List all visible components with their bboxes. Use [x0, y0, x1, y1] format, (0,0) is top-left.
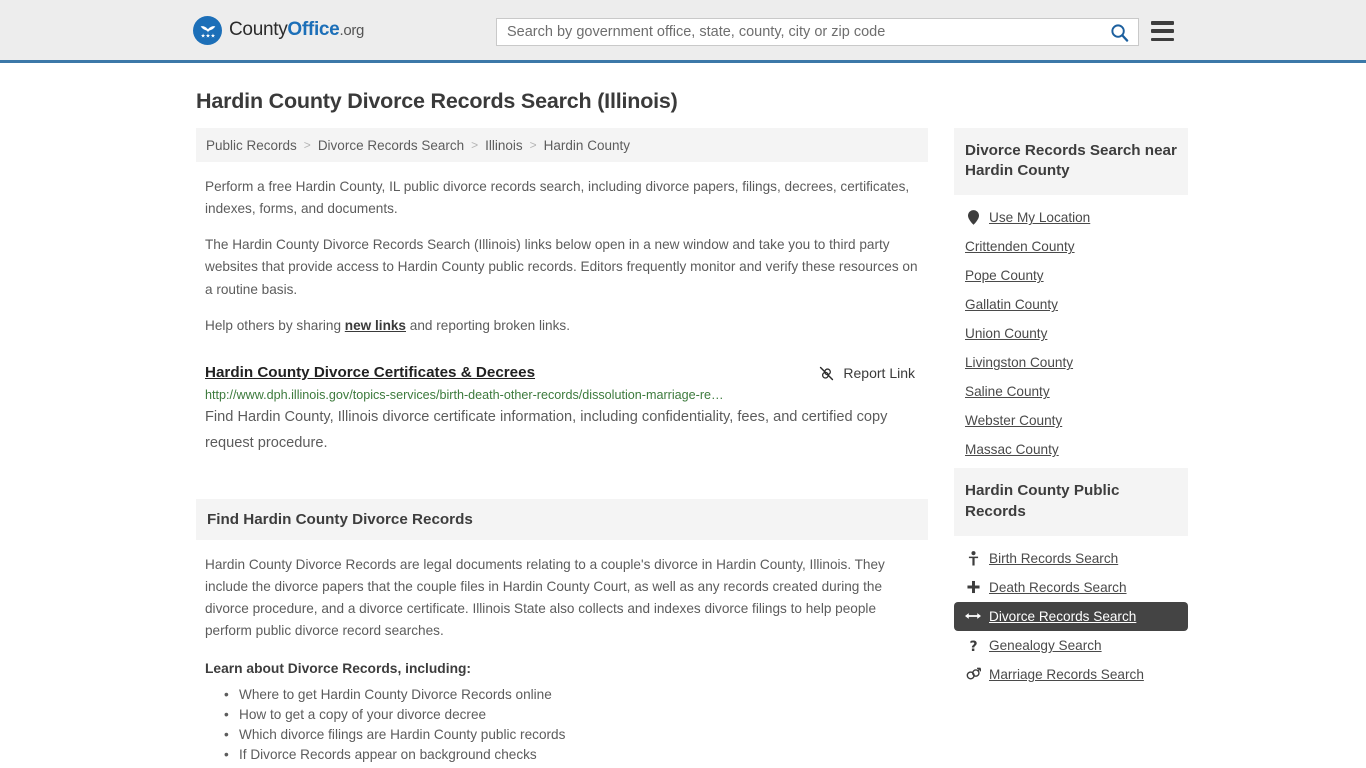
breadcrumb-item-divorce-records-search[interactable]: Divorce Records Search [318, 138, 464, 153]
broken-link-icon [820, 366, 834, 381]
page-title: Hardin County Divorce Records Search (Il… [196, 89, 678, 113]
section-heading: Find Hardin County Divorce Records [196, 498, 928, 540]
sidebar-link-label[interactable]: Use My Location [989, 210, 1090, 225]
sidebar-card-public-records: Hardin County Public Records Birth Recor… [954, 468, 1188, 688]
sidebar-nearby-list: Use My Location Crittenden County Pope C… [954, 195, 1188, 464]
sidebar-link-label[interactable]: Birth Records Search [989, 551, 1118, 566]
sidebar-link-label[interactable]: Gallatin County [965, 297, 1058, 312]
main-column: Public Records > Divorce Records Search … [188, 128, 928, 768]
sidebar-link-label[interactable]: Divorce Records Search [989, 609, 1136, 624]
sidebar-card-nearby: Divorce Records Search near Hardin Count… [954, 128, 1188, 464]
sidebar-link-label[interactable]: Death Records Search [989, 580, 1127, 595]
male-female-icon [965, 667, 981, 681]
svg-text:★★★: ★★★ [200, 33, 215, 39]
intro-paragraph-1: Perform a free Hardin County, IL public … [205, 179, 910, 217]
report-link-label: Report Link [843, 365, 915, 382]
sidebar-item-gallatin-county[interactable]: Gallatin County [954, 290, 1188, 319]
sidebar-link-label[interactable]: Union County [965, 326, 1047, 341]
breadcrumb-item-illinois[interactable]: Illinois [485, 138, 523, 153]
sidebar-item-pope-county[interactable]: Pope County [954, 261, 1188, 290]
result-url: http://www.dph.illinois.gov/topics-servi… [205, 387, 724, 402]
breadcrumb-separator: > [529, 138, 537, 152]
sidebar-item-use-my-location[interactable]: Use My Location [954, 203, 1188, 232]
list-item: Where to get Hardin County Divorce Recor… [224, 685, 920, 705]
sidebar-link-label[interactable]: Webster County [965, 413, 1062, 428]
sidebar-link-label[interactable]: Genealogy Search [989, 638, 1102, 653]
svg-text:?: ? [969, 639, 977, 653]
list-item: How to get a copy of your divorce decree [224, 705, 920, 725]
sidebar-item-massac-county[interactable]: Massac County [954, 435, 1188, 464]
result-item: Hardin County Divorce Certificates & Dec… [196, 364, 928, 457]
sidebar-item-marriage-records-search[interactable]: Marriage Records Search [954, 660, 1188, 689]
page-body: Hardin County Divorce Records Search (Il… [0, 89, 1366, 768]
breadcrumb-item-hardin-county[interactable]: Hardin County [544, 138, 630, 153]
site-logo[interactable]: ★★★ CountyOffice.org [193, 15, 364, 45]
search-input[interactable] [497, 24, 1100, 40]
intro-paragraph-3: Help others by sharing new links and rep… [196, 315, 928, 337]
sidebar-heading-nearby: Divorce Records Search near Hardin Count… [954, 128, 1188, 196]
logo-accent: Office [287, 19, 340, 40]
hamburger-menu-icon[interactable] [1151, 21, 1174, 41]
sidebar: Divorce Records Search near Hardin Count… [954, 128, 1188, 693]
result-title-link[interactable]: Hardin County Divorce Certificates & Dec… [205, 364, 535, 381]
breadcrumb-separator: > [471, 138, 479, 152]
hamburger-bar [1151, 21, 1174, 25]
breadcrumb: Public Records > Divorce Records Search … [196, 128, 928, 162]
search-bar [496, 18, 1139, 46]
list-item: Which divorce filings are Hardin County … [224, 725, 920, 745]
site-header: ★★★ CountyOffice.org [0, 0, 1366, 63]
breadcrumb-item-public-records[interactable]: Public Records [206, 138, 297, 153]
map-pin-icon [965, 210, 981, 226]
sidebar-link-label[interactable]: Saline County [965, 384, 1050, 399]
sidebar-item-webster-county[interactable]: Webster County [954, 406, 1188, 435]
sidebar-link-label[interactable]: Marriage Records Search [989, 667, 1144, 682]
sidebar-link-label[interactable]: Crittenden County [965, 239, 1075, 254]
report-link-button[interactable]: Report Link [818, 365, 915, 382]
sidebar-item-genealogy-search[interactable]: ? Genealogy Search [954, 631, 1188, 660]
section-body: Hardin County Divorce Records are legal … [196, 554, 928, 768]
sidebar-link-label[interactable]: Massac County [965, 442, 1059, 457]
sidebar-item-saline-county[interactable]: Saline County [954, 377, 1188, 406]
sidebar-link-label[interactable]: Livingston County [965, 355, 1073, 370]
logo-suffix: .org [339, 22, 365, 39]
columns: Public Records > Divorce Records Search … [188, 128, 1188, 768]
breadcrumb-separator: > [303, 138, 311, 152]
eagle-seal-icon: ★★★ [193, 15, 222, 45]
logo-text: CountyOffice.org [229, 19, 364, 41]
learn-bullet-list: Where to get Hardin County Divorce Recor… [205, 685, 920, 768]
intro-paragraph-2: The Hardin County Divorce Records Search… [205, 237, 918, 297]
hamburger-bar [1151, 37, 1174, 41]
sidebar-item-livingston-county[interactable]: Livingston County [954, 348, 1188, 377]
baby-icon [965, 551, 981, 566]
hamburger-bar [1151, 29, 1174, 33]
search-button[interactable] [1100, 19, 1138, 45]
sidebar-item-divorce-records-search[interactable]: Divorce Records Search [954, 601, 1188, 631]
sidebar-item-union-county[interactable]: Union County [954, 319, 1188, 348]
sidebar-public-records-list: Birth Records Search Death Records Searc… [954, 536, 1188, 689]
share-text-before: Help others by sharing [205, 317, 345, 333]
section-paragraph: Hardin County Divorce Records are legal … [205, 556, 885, 639]
result-header: Hardin County Divorce Certificates & Dec… [205, 364, 920, 382]
sidebar-item-crittenden-county[interactable]: Crittenden County [954, 232, 1188, 261]
share-text-after: and reporting broken links. [406, 317, 570, 333]
new-links-link[interactable]: new links [345, 318, 406, 333]
sidebar-heading-public-records: Hardin County Public Records [954, 468, 1188, 536]
learn-heading: Learn about Divorce Records, including: [205, 661, 472, 677]
list-item: If Divorce Records appear on background … [224, 745, 920, 765]
cross-icon [965, 580, 981, 594]
sidebar-item-death-records-search[interactable]: Death Records Search [954, 573, 1188, 602]
question-mark-icon: ? [965, 638, 981, 653]
sidebar-link-label[interactable]: Pope County [965, 268, 1044, 283]
sidebar-item-birth-records-search[interactable]: Birth Records Search [954, 544, 1188, 573]
double-arrow-icon [965, 610, 981, 622]
logo-prefix: County [229, 19, 288, 40]
content-container: Hardin County Divorce Records Search (Il… [188, 89, 1188, 768]
search-icon [1110, 23, 1128, 42]
result-description: Find Hardin County, Illinois divorce cer… [205, 409, 888, 451]
